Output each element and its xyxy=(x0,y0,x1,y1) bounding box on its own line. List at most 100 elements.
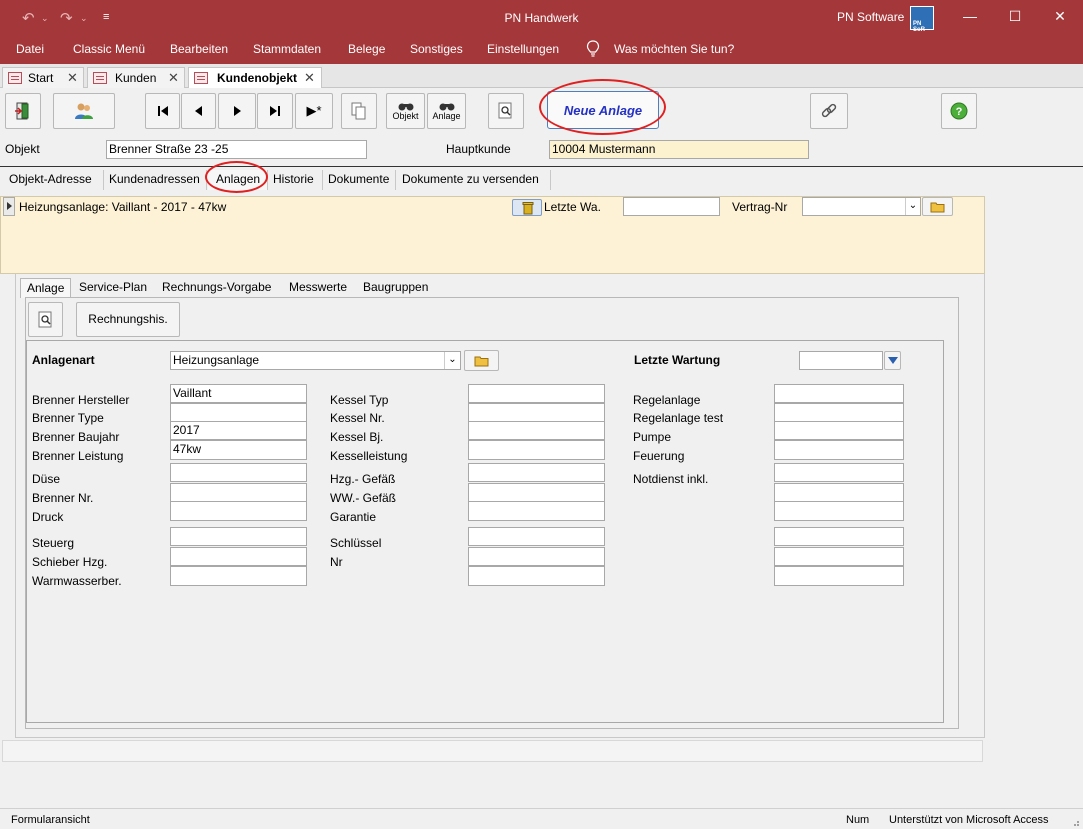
brenner-field-input[interactable] xyxy=(170,463,307,482)
menu-sonstiges[interactable]: Sonstiges xyxy=(410,42,463,56)
last-record-button[interactable] xyxy=(257,93,293,129)
resize-grip-icon[interactable] xyxy=(1070,817,1080,827)
regel-field-input[interactable] xyxy=(774,384,904,403)
first-record-button[interactable] xyxy=(145,93,180,129)
regel-field-label: Notdienst inkl. xyxy=(633,472,709,486)
maximize-icon[interactable]: ☐ xyxy=(1005,8,1025,25)
binoculars-icon xyxy=(439,103,454,111)
kessel-field-input[interactable] xyxy=(468,463,605,482)
chevron-down-icon[interactable]: ⌄ xyxy=(905,198,920,215)
kessel-field-input[interactable] xyxy=(468,547,605,566)
tab-dokumente-zu-versenden[interactable]: Dokumente zu versenden xyxy=(397,170,551,190)
menu-einstellungen[interactable]: Einstellungen xyxy=(487,42,559,56)
brenner-field-input[interactable] xyxy=(170,501,307,521)
close-tab-icon[interactable]: ✕ xyxy=(168,70,179,86)
subtab-messwerte[interactable]: Messwerte xyxy=(285,278,356,298)
num-lock-status: Num xyxy=(846,814,870,826)
subtab-service-plan[interactable]: Service-Plan xyxy=(75,278,155,298)
menu-datei[interactable]: Datei xyxy=(16,42,44,56)
hauptkunde-field[interactable]: 10004 Mustermann xyxy=(549,140,809,159)
customer-button[interactable] xyxy=(53,93,115,129)
link-button[interactable] xyxy=(810,93,848,129)
minimize-icon[interactable]: — xyxy=(960,8,980,24)
brenner-field-label: Druck xyxy=(32,510,64,524)
letzte-wartung-dropdown[interactable] xyxy=(884,351,901,370)
new-record-button[interactable]: ▶* xyxy=(295,93,333,129)
subtab-baugruppen[interactable]: Baugruppen xyxy=(359,278,435,298)
brenner-field-label: Steuerg xyxy=(32,536,75,550)
lightbulb-icon xyxy=(586,40,600,57)
close-tab-icon[interactable]: ✕ xyxy=(67,70,78,86)
find-anlage-button[interactable]: Anlage xyxy=(427,93,466,129)
regel-field-input[interactable] xyxy=(774,403,904,422)
anlagenart-select[interactable]: Heizungsanlage ⌄ xyxy=(170,351,461,370)
letzte-wartung-field[interactable] xyxy=(799,351,883,370)
find-objekt-button[interactable]: Objekt xyxy=(386,93,425,129)
tab-objekt-adresse[interactable]: Objekt-Adresse xyxy=(4,170,104,190)
letzte-wartung-label: Letzte Wartung xyxy=(634,353,721,367)
preview-button[interactable] xyxy=(488,93,524,129)
regel-field-input[interactable] xyxy=(774,501,904,521)
regel-field-input[interactable] xyxy=(774,463,904,482)
kessel-field-input[interactable] xyxy=(468,483,605,502)
brenner-field-input[interactable] xyxy=(170,483,307,502)
regel-field-input[interactable] xyxy=(774,527,904,546)
regel-field-input[interactable] xyxy=(774,421,904,440)
doc-tab-kunden[interactable]: Kunden ✕ xyxy=(87,67,185,88)
preview-anlage-button[interactable] xyxy=(28,302,63,337)
brenner-field-input[interactable]: Vaillant xyxy=(170,384,307,403)
kessel-field-label: Hzg.- Gefäß xyxy=(330,472,396,486)
brenner-field-input[interactable] xyxy=(170,403,307,422)
doc-tab-kundenobjekt[interactable]: Kundenobjekt ✕ xyxy=(188,67,322,88)
rechnungshis-button[interactable]: Rechnungshis. xyxy=(76,302,180,337)
kessel-field-input[interactable] xyxy=(468,403,605,422)
record-selector[interactable] xyxy=(3,197,15,216)
doc-tab-start[interactable]: Start ✕ xyxy=(2,67,84,88)
regel-field-input[interactable] xyxy=(774,483,904,502)
kessel-field-label: Kessel Typ xyxy=(330,393,389,407)
kessel-field-input[interactable] xyxy=(468,566,605,586)
brenner-field-input[interactable] xyxy=(170,566,307,586)
copy-button[interactable] xyxy=(341,93,377,129)
brenner-field-input[interactable]: 2017 xyxy=(170,421,307,440)
subtab-anlage[interactable]: Anlage xyxy=(20,278,71,298)
kessel-field-input[interactable] xyxy=(468,527,605,546)
tab-historie[interactable]: Historie xyxy=(269,170,323,190)
subtab-rechnungs-vorgabe[interactable]: Rechnungs-Vorgabe xyxy=(158,278,282,298)
letzte-wa-field[interactable] xyxy=(623,197,720,216)
chevron-down-icon[interactable]: ⌄ xyxy=(444,352,460,369)
brenner-field-input[interactable]: 47kw xyxy=(170,440,307,460)
menu-belege[interactable]: Belege xyxy=(348,42,385,56)
objekt-field[interactable]: Brenner Straße 23 -25 xyxy=(106,140,367,159)
regel-field-input[interactable] xyxy=(774,566,904,586)
separator xyxy=(0,166,1083,167)
brenner-field-label: Brenner Type xyxy=(32,411,104,425)
objekt-label: Objekt xyxy=(5,142,40,156)
menu-stammdaten[interactable]: Stammdaten xyxy=(253,42,321,56)
kessel-field-input[interactable] xyxy=(468,440,605,460)
help-button[interactable]: ? xyxy=(941,93,977,129)
kessel-field-input[interactable] xyxy=(468,384,605,403)
anlagenart-open-button[interactable] xyxy=(464,350,499,371)
menu-bearbeiten[interactable]: Bearbeiten xyxy=(170,42,228,56)
tell-me-search[interactable]: Was möchten Sie tun? xyxy=(614,42,734,56)
delete-button[interactable] xyxy=(512,199,542,216)
annotation-circle xyxy=(539,79,666,135)
menu-classic[interactable]: Classic Menü xyxy=(73,42,145,56)
next-record-button[interactable] xyxy=(218,93,256,129)
kessel-field-input[interactable] xyxy=(468,421,605,440)
vertrag-select[interactable]: ⌄ xyxy=(802,197,921,216)
previous-record-button[interactable] xyxy=(181,93,216,129)
regel-field-input[interactable] xyxy=(774,547,904,566)
help-icon: ? xyxy=(950,102,968,120)
brenner-field-input[interactable] xyxy=(170,547,307,566)
tab-dokumente[interactable]: Dokumente xyxy=(324,170,396,190)
vertrag-open-button[interactable] xyxy=(922,197,953,216)
brenner-field-input[interactable] xyxy=(170,527,307,546)
kessel-field-input[interactable] xyxy=(468,501,605,521)
tab-kundenadressen[interactable]: Kundenadressen xyxy=(105,170,207,190)
close-tab-icon[interactable]: ✕ xyxy=(304,70,315,86)
close-icon[interactable]: ✕ xyxy=(1050,8,1070,25)
exit-button[interactable] xyxy=(5,93,41,129)
regel-field-input[interactable] xyxy=(774,440,904,460)
